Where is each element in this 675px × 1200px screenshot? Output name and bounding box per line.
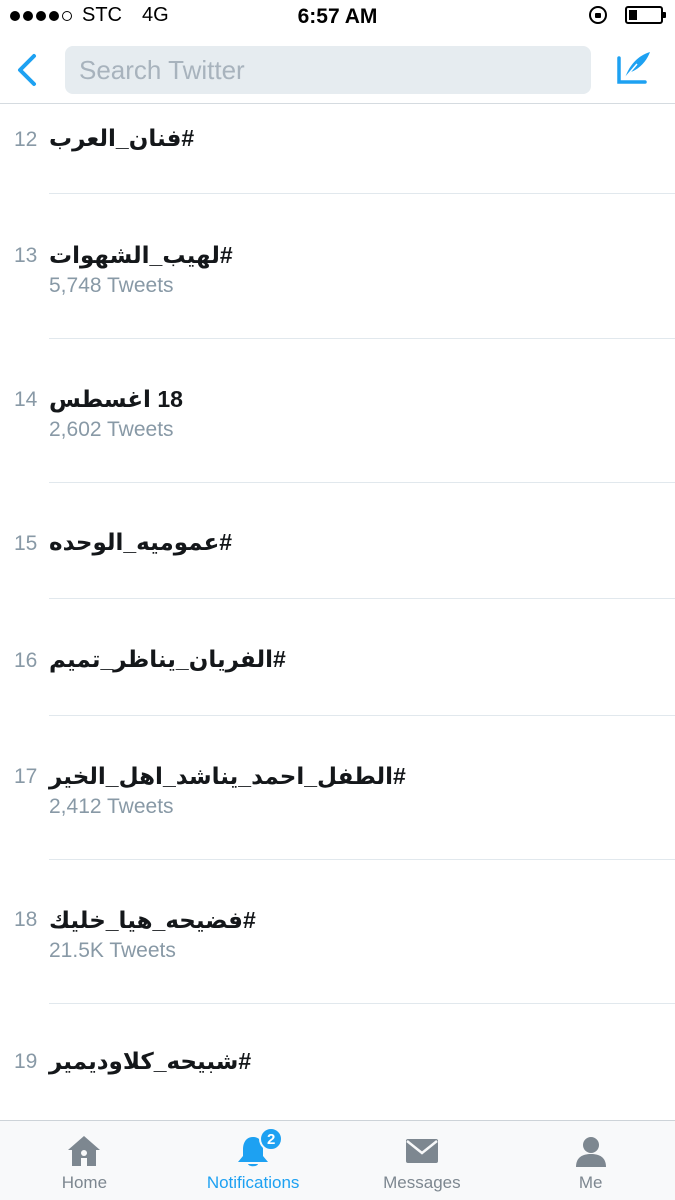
tab-messages[interactable]: Messages (338, 1121, 507, 1200)
trend-tweet-count: 2,602 Tweets (49, 418, 174, 441)
trend-rank: 18 (14, 908, 38, 931)
trend-item[interactable]: 12 #فنان_العرب (0, 105, 675, 194)
status-bar: STC 4G 6:57 AM (0, 0, 675, 36)
trend-item[interactable]: 19 #شبيحه_كلاوديمير (0, 1004, 675, 1120)
app-screen: STC 4G 6:57 AM 12 #فنا (0, 0, 675, 1200)
trend-rank: 19 (14, 1050, 38, 1073)
back-button[interactable] (12, 50, 42, 90)
envelope-icon (402, 1133, 442, 1169)
trend-item[interactable]: 18 #فضيحه_هيا_خليك 21.5K Tweets (0, 860, 675, 1004)
notification-badge: 2 (259, 1127, 284, 1151)
search-input[interactable] (79, 54, 591, 86)
trend-name: #لهيب_الشهوات (49, 242, 233, 268)
search-box[interactable] (65, 46, 591, 94)
trend-name: #فنان_العرب (49, 125, 195, 151)
rotation-lock-icon (589, 6, 607, 24)
trend-name: #فضيحه_هيا_خليك (49, 907, 256, 933)
compose-icon (617, 52, 650, 84)
status-right (589, 6, 666, 24)
trend-rank: 14 (14, 388, 38, 411)
nav-bar (0, 36, 675, 104)
status-time: 6:57 AM (297, 5, 378, 28)
trend-rank: 12 (14, 128, 38, 151)
trend-item[interactable]: 13 #لهيب_الشهوات 5,748 Tweets (0, 194, 675, 339)
person-icon (571, 1133, 611, 1169)
battery-icon (625, 6, 666, 24)
trend-rank: 13 (14, 244, 38, 267)
trend-item[interactable]: 16 #الفريان_يناظر_تميم (0, 599, 675, 716)
trend-item[interactable]: 14 18 اغسطس 2,602 Tweets (0, 339, 675, 483)
trend-name: #شبيحه_كلاوديمير (49, 1048, 252, 1074)
trend-list: 12 #فنان_العرب 13 #لهيب_الشهوات 5,748 Tw… (0, 105, 675, 1120)
tab-me[interactable]: Me (506, 1121, 675, 1200)
trend-item[interactable]: 15 #عموميه_الوحده (0, 483, 675, 599)
chevron-left-icon (18, 54, 36, 86)
tab-messages-label: Messages (383, 1173, 461, 1192)
trend-tweet-count: 21.5K Tweets (49, 939, 176, 962)
compose-button[interactable] (615, 48, 653, 88)
home-icon (64, 1133, 104, 1169)
tab-home-label: Home (61, 1173, 108, 1192)
trend-rank: 16 (14, 649, 38, 672)
tab-me-label: Me (578, 1173, 603, 1192)
trend-name: 18 اغسطس (49, 386, 183, 412)
trend-rank: 17 (14, 765, 38, 788)
trend-name: #الطفل_احمد_يناشد_اهل_الخير (49, 763, 406, 789)
trend-rank: 15 (14, 532, 38, 555)
trend-tweet-count: 2,412 Tweets (49, 795, 174, 818)
tab-notifications-label: Notifications (206, 1173, 300, 1192)
tab-home[interactable]: Home (0, 1121, 169, 1200)
trend-name: #الفريان_يناظر_تميم (49, 646, 286, 672)
tab-bar: Home 2 Notifications Messages Me (0, 1120, 675, 1200)
tab-notifications[interactable]: 2 Notifications (169, 1121, 338, 1200)
trend-tweet-count: 5,748 Tweets (49, 274, 174, 297)
trend-item[interactable]: 17 #الطفل_احمد_يناشد_اهل_الخير 2,412 Twe… (0, 716, 675, 860)
trend-name: #عموميه_الوحده (49, 529, 233, 555)
